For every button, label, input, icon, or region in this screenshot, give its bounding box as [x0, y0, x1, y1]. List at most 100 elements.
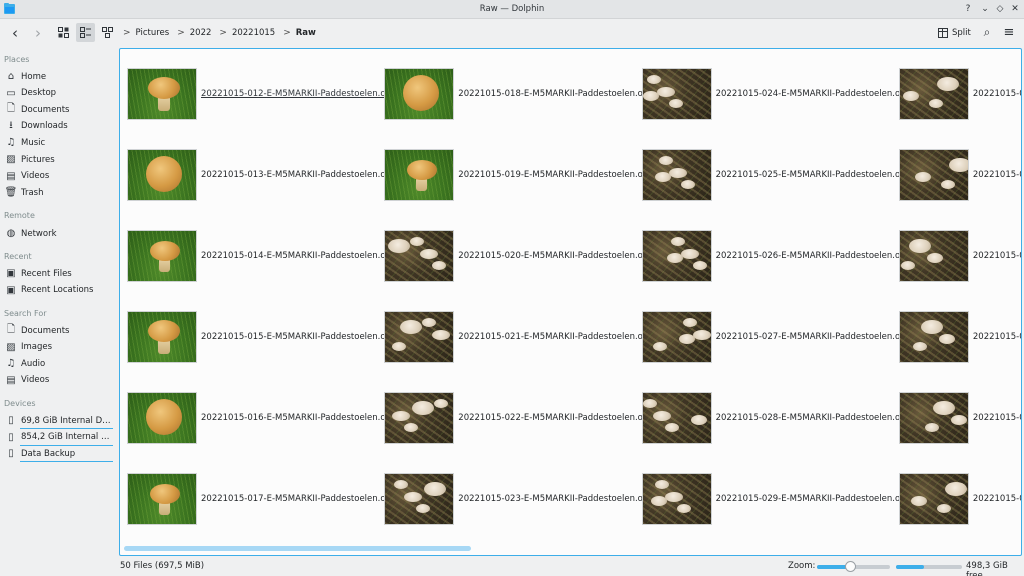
file-name[interactable]: 20221015-027-E-M5MARKII-Paddestoelen.orf — [716, 332, 907, 342]
image-thumbnail[interactable] — [127, 311, 197, 363]
image-thumbnail[interactable] — [898, 392, 969, 444]
image-thumbnail[interactable] — [127, 473, 197, 525]
file-item[interactable]: 20221015-014-E-M5MARKII-Paddestoelen.orf — [120, 211, 392, 282]
file-item[interactable]: 20221015-026-E-M5MARKII-Paddestoelen.orf — [635, 211, 907, 282]
sidebar-item-documents[interactable]: 🗋 Documents — [3, 102, 115, 117]
file-item[interactable]: 20221015-035-E-M5MARKII-Paddestoelen.orf — [892, 454, 1021, 525]
sidebar-item-music[interactable]: ♫ Music — [3, 135, 115, 150]
image-thumbnail[interactable] — [641, 68, 712, 120]
image-thumbnail[interactable] — [127, 68, 197, 120]
image-thumbnail[interactable] — [641, 473, 712, 525]
file-item[interactable]: 20221015-013-E-M5MARKII-Paddestoelen.orf — [120, 130, 392, 201]
sidebar-item-home[interactable]: ⌂ Home — [3, 69, 115, 84]
file-name[interactable]: 20221015-014-E-M5MARKII-Paddestoelen.orf — [201, 251, 392, 261]
file-item[interactable]: 20221015-025-E-M5MARKII-Paddestoelen.orf — [635, 130, 907, 201]
file-name[interactable]: 20221015-032-E-M5MARKII-Paddestoelen.orf — [973, 251, 1021, 261]
file-view[interactable]: 20221015-012-E-M5MARKII-Paddestoelen.orf… — [119, 48, 1022, 556]
sidebar-item-recent-locations[interactable]: ▣ Recent Locations — [3, 283, 115, 298]
close-icon[interactable]: ✕ — [1009, 3, 1021, 15]
compact-view-button[interactable] — [76, 23, 95, 42]
file-name[interactable]: 20221015-024-E-M5MARKII-Paddestoelen.orf — [716, 89, 907, 99]
file-item[interactable]: 20221015-029-E-M5MARKII-Paddestoelen.orf — [635, 454, 907, 525]
file-name[interactable]: 20221015-025-E-M5MARKII-Paddestoelen.orf — [716, 170, 907, 180]
sidebar-item-desktop[interactable]: ▭ Desktop — [3, 86, 115, 101]
file-name[interactable]: 20221015-031-E-M5MARKII-Paddestoelen.orf — [973, 170, 1021, 180]
icons-view-button[interactable] — [55, 23, 72, 42]
image-thumbnail[interactable] — [898, 473, 969, 525]
details-view-button[interactable] — [99, 23, 116, 42]
file-name[interactable]: 20221015-028-E-M5MARKII-Paddestoelen.orf — [716, 413, 907, 423]
maximize-icon[interactable]: ◇ — [994, 3, 1006, 15]
sidebar-item-videos[interactable]: ▤ Videos — [3, 169, 115, 184]
file-item[interactable]: 20221015-028-E-M5MARKII-Paddestoelen.orf — [635, 373, 907, 444]
sidebar-item-documents[interactable]: 🗋 Documents — [3, 323, 115, 338]
file-item[interactable]: 20221015-034-E-M5MARKII-Paddestoelen.orf — [892, 373, 1021, 444]
file-item[interactable]: 20221015-031-E-M5MARKII-Paddestoelen.orf — [892, 130, 1021, 201]
sidebar-item-854-2-gib-internal-drive[interactable]: ▯ 854,2 GiB Internal Drive — [3, 430, 115, 445]
image-thumbnail[interactable] — [641, 149, 712, 201]
file-name[interactable]: 20221015-035-E-M5MARKII-Paddestoelen.orf — [973, 494, 1021, 504]
sidebar-item-trash[interactable]: 🗑 Trash — [3, 185, 115, 200]
file-name[interactable]: 20221015-022-E-M5MARKII-Paddestoelen.orf — [458, 413, 649, 423]
file-name[interactable]: 20221015-021-E-M5MARKII-Paddestoelen.orf — [458, 332, 649, 342]
zoom-slider[interactable] — [817, 561, 890, 572]
image-thumbnail[interactable] — [898, 149, 969, 201]
image-thumbnail[interactable] — [384, 473, 455, 525]
image-thumbnail[interactable] — [384, 392, 455, 444]
file-name[interactable]: 20221015-033-E-M5MARKII-Paddestoelen.orf — [973, 332, 1021, 342]
file-item[interactable]: 20221015-022-E-M5MARKII-Paddestoelen.orf — [377, 373, 649, 444]
sidebar-item-network[interactable]: ◍ Network — [3, 226, 115, 241]
image-thumbnail[interactable] — [384, 230, 455, 282]
file-name[interactable]: 20221015-026-E-M5MARKII-Paddestoelen.orf — [716, 251, 907, 261]
breadcrumb-item[interactable]: 20221015 — [232, 28, 275, 38]
file-item[interactable]: 20221015-018-E-M5MARKII-Paddestoelen.orf — [377, 49, 649, 120]
file-item[interactable]: 20221015-024-E-M5MARKII-Paddestoelen.orf — [635, 49, 907, 120]
file-item[interactable]: 20221015-019-E-M5MARKII-Paddestoelen.orf — [377, 130, 649, 201]
help-icon[interactable]: ? — [962, 3, 974, 15]
file-name[interactable]: 20221015-015-E-M5MARKII-Paddestoelen.orf — [201, 332, 392, 342]
sidebar-item-downloads[interactable]: ⭳ Downloads — [3, 119, 115, 134]
image-thumbnail[interactable] — [641, 311, 712, 363]
file-name[interactable]: 20221015-020-E-M5MARKII-Paddestoelen.orf — [458, 251, 649, 261]
sidebar-item-recent-files[interactable]: ▣ Recent Files — [3, 266, 115, 281]
sidebar-item-pictures[interactable]: ▨ Pictures — [3, 152, 115, 167]
file-item[interactable]: 20221015-027-E-M5MARKII-Paddestoelen.orf — [635, 292, 907, 363]
file-item[interactable]: 20221015-032-E-M5MARKII-Paddestoelen.orf — [892, 211, 1021, 282]
file-item[interactable]: 20221015-017-E-M5MARKII-Paddestoelen.orf — [120, 454, 392, 525]
file-item[interactable]: 20221015-033-E-M5MARKII-Paddestoelen.orf — [892, 292, 1021, 363]
zoom-slider-handle[interactable] — [844, 561, 856, 572]
breadcrumb-item[interactable]: 2022 — [190, 28, 212, 38]
file-name[interactable]: 20221015-012-E-M5MARKII-Paddestoelen.orf — [201, 89, 392, 99]
breadcrumb-item-current[interactable]: Raw — [296, 28, 316, 38]
file-name[interactable]: 20221015-034-E-M5MARKII-Paddestoelen.orf — [973, 413, 1021, 423]
file-name[interactable]: 20221015-029-E-M5MARKII-Paddestoelen.orf — [716, 494, 907, 504]
image-thumbnail[interactable] — [384, 149, 455, 201]
file-item[interactable]: 20221015-012-E-M5MARKII-Paddestoelen.orf — [120, 49, 392, 120]
forward-button[interactable]: › — [30, 23, 46, 42]
file-name[interactable]: 20221015-023-E-M5MARKII-Paddestoelen.orf — [458, 494, 649, 504]
sidebar-item-audio[interactable]: ♫ Audio — [3, 356, 115, 371]
sidebar-item-69-8-gib-internal-drive[interactable]: ▯ 69,8 GiB Internal Drive — [3, 413, 115, 428]
image-thumbnail[interactable] — [384, 311, 455, 363]
sidebar-item-videos[interactable]: ▤ Videos — [3, 373, 115, 388]
file-item[interactable]: 20221015-030-E-M5MARKII-Paddestoelen.orf — [892, 49, 1021, 120]
image-thumbnail[interactable] — [127, 392, 197, 444]
file-item[interactable]: 20221015-016-E-M5MARKII-Paddestoelen.orf — [120, 373, 392, 444]
image-thumbnail[interactable] — [127, 149, 197, 201]
file-name[interactable]: 20221015-019-E-M5MARKII-Paddestoelen.orf — [458, 170, 649, 180]
back-button[interactable]: ‹ — [7, 23, 23, 42]
file-name[interactable]: 20221015-016-E-M5MARKII-Paddestoelen.orf — [201, 413, 392, 423]
sidebar-item-data-backup[interactable]: ▯ Data Backup — [3, 446, 115, 461]
image-thumbnail[interactable] — [641, 230, 712, 282]
minimize-icon[interactable]: ⌄ — [979, 3, 991, 15]
file-name[interactable]: 20221015-013-E-M5MARKII-Paddestoelen.orf — [201, 170, 392, 180]
breadcrumb-item[interactable]: Pictures — [136, 28, 170, 38]
image-thumbnail[interactable] — [898, 230, 969, 282]
file-name[interactable]: 20221015-018-E-M5MARKII-Paddestoelen.orf — [458, 89, 649, 99]
split-button[interactable]: Split — [938, 23, 971, 42]
image-thumbnail[interactable] — [898, 68, 969, 120]
file-item[interactable]: 20221015-015-E-M5MARKII-Paddestoelen.orf — [120, 292, 392, 363]
sidebar-item-images[interactable]: ▨ Images — [3, 340, 115, 355]
image-thumbnail[interactable] — [384, 68, 455, 120]
file-item[interactable]: 20221015-021-E-M5MARKII-Paddestoelen.orf — [377, 292, 649, 363]
